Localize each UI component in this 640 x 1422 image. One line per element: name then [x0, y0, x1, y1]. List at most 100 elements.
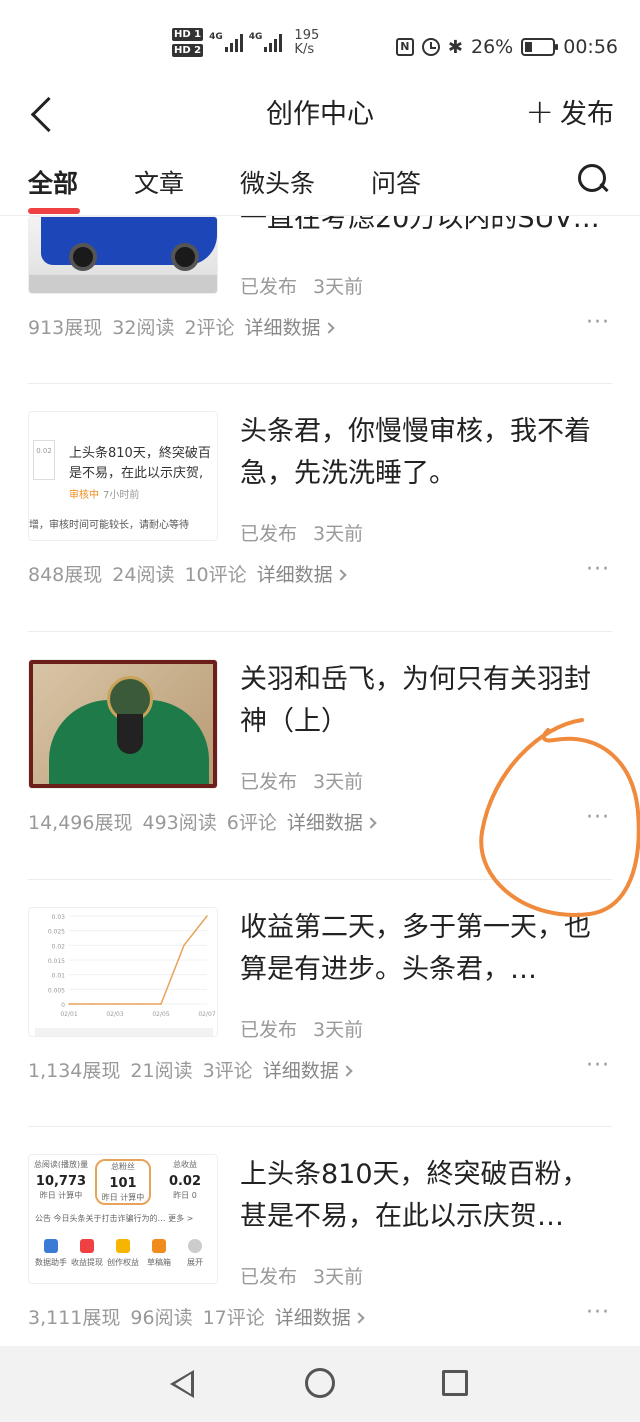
clock: 00:56	[563, 36, 618, 58]
stats-row: 3,111展现 96阅读 17评论 详细数据	[28, 1303, 365, 1330]
painting-image	[29, 660, 217, 788]
status-right: N ✱ 26% 00:56	[395, 36, 618, 58]
comments-count: 6评论	[226, 812, 277, 834]
nav-recents-icon[interactable]	[442, 1370, 468, 1396]
list-item[interactable]: 总阅读(播放)量 10,773 昨日 计算中 总粉丝 101 昨日 计算中 总收益 0.0…	[0, 1126, 640, 1374]
thumbnail-image: 0.02 上头条810天，終突破百 是不易，在此以示庆贺, 审核中 7小时前 增，…	[28, 411, 218, 541]
tab-all[interactable]: 全部	[28, 164, 78, 200]
annotation-circle	[479, 718, 640, 917]
thumbnail-image	[28, 659, 218, 789]
detail-data-link[interactable]: 详细数据	[263, 1056, 353, 1083]
more-icon[interactable]: ···	[586, 1053, 610, 1078]
mini-line-chart: 0.03 0.025 0.02 0.015 0.01 0.005 0 02/01 02/03 02…	[35, 914, 216, 1036]
status-text: 已发布	[240, 276, 298, 298]
chevron-right-icon	[365, 817, 377, 829]
title-bar: 创作中心 + 发布	[0, 80, 640, 144]
bluetooth-icon: ✱	[447, 36, 463, 58]
nav-back-icon[interactable]	[170, 1370, 194, 1398]
data-point	[183, 944, 185, 947]
network-speed: 195 K/s	[294, 27, 320, 57]
detail-data-link[interactable]: 详细数据	[256, 560, 347, 587]
thumb-line-1: 上头条810天，終突破百	[69, 446, 211, 461]
time-text: 3天前	[313, 1266, 364, 1288]
reads-count: 96阅读	[130, 1307, 193, 1329]
views-count: 3,111展现	[28, 1307, 121, 1329]
list-item[interactable]: 0.02 上头条810天，終突破百 是不易，在此以示庆贺, 审核中 7小时前 增，…	[0, 383, 640, 631]
more-icon[interactable]: ···	[586, 1300, 610, 1325]
detail-label: 详细数据	[256, 564, 333, 586]
data-point	[137, 1003, 139, 1005]
y-tick-label: 0.03	[52, 914, 66, 921]
x-tick-label: 02/05	[152, 1011, 169, 1018]
thumb-icons: 数据助手 收益提现 创作权益 草稿箱 展开	[33, 1239, 213, 1268]
thumbnail-image: 总阅读(播放)量 10,773 昨日 计算中 总粉丝 101 昨日 计算中 总收益 0.0…	[28, 1154, 218, 1284]
thumb-footer: 增，审核时间可能较长，请耐心等待	[29, 520, 189, 531]
search-icon[interactable]	[578, 164, 608, 194]
publish-meta: 已发布 3天前	[240, 767, 363, 794]
detail-label: 详细数据	[244, 317, 321, 339]
divider	[28, 631, 612, 632]
stats-row: 14,496展现 493阅读 6评论 详细数据	[28, 808, 377, 835]
article-title[interactable]: 头条君，你慢慢审核，我不着急，先洗洗睡了。	[240, 411, 612, 495]
active-tab-indicator	[28, 208, 80, 214]
y-tick-label: 0.025	[48, 929, 65, 936]
tab-qa[interactable]: 问答	[371, 164, 421, 200]
y-tick-label: 0.01	[52, 973, 66, 980]
tab-micro-posts[interactable]: 微头条	[240, 164, 315, 200]
data-point	[206, 915, 208, 917]
detail-label: 详细数据	[274, 1307, 351, 1329]
thumb-stats: 总阅读(播放)量 10,773 昨日 计算中 总粉丝 101 昨日 计算中 总收益 0.0…	[33, 1159, 213, 1205]
data-point	[91, 1003, 93, 1005]
views-count: 913展现	[28, 317, 103, 339]
sim2-badge: HD 2	[172, 44, 204, 57]
x-tick-label: 02/01	[60, 1011, 77, 1018]
status-text: 已发布	[240, 523, 298, 545]
y-tick-label: 0.02	[52, 943, 66, 950]
time-text: 3天前	[313, 523, 364, 545]
battery-icon	[521, 38, 559, 56]
publish-button[interactable]: + 发布	[526, 92, 615, 131]
comments-count: 2评论	[184, 317, 235, 339]
article-title[interactable]: 上头条810天，終突破百粉，甚是不易，在此以示庆贺…	[240, 1154, 612, 1238]
battery-percent: 26%	[471, 36, 514, 58]
signal-icon	[224, 33, 243, 52]
status-text: 已发布	[240, 1019, 298, 1041]
review-screenshot: 0.02 上头条810天，終突破百 是不易，在此以示庆贺, 审核中 7小时前 增，…	[29, 412, 217, 540]
nav-home-icon[interactable]	[305, 1368, 335, 1398]
detail-data-link[interactable]: 详细数据	[286, 808, 377, 835]
reads-count: 493阅读	[142, 812, 217, 834]
thumb-review-status: 审核中 7小时前	[69, 490, 140, 501]
tab-articles[interactable]: 文章	[134, 164, 184, 200]
comments-count: 10评论	[184, 564, 247, 586]
divider	[28, 383, 612, 384]
chevron-right-icon	[334, 569, 347, 581]
alarm-icon	[421, 38, 440, 56]
more-icon[interactable]: ···	[586, 557, 610, 582]
divider	[28, 1126, 612, 1127]
sim-indicators: HD 1 HD 2	[172, 28, 204, 57]
more-icon[interactable]: ···	[586, 310, 610, 335]
views-count: 1,134展现	[28, 1060, 121, 1082]
thumbnail-image: 0.03 0.025 0.02 0.015 0.01 0.005 0 02/01 02/03 02…	[28, 907, 218, 1037]
system-nav-bar	[0, 1346, 640, 1422]
sim1-badge: HD 1	[172, 28, 204, 41]
detail-data-link[interactable]: 详细数据	[274, 1303, 365, 1330]
speed-value: 195	[294, 27, 320, 43]
detail-data-link[interactable]: 详细数据	[244, 313, 335, 340]
y-tick-label: 0.005	[48, 987, 65, 994]
publish-meta: 已发布 3天前	[240, 1262, 363, 1289]
x-tick-label: 02/03	[106, 1011, 123, 1018]
views-count: 14,496展现	[28, 812, 133, 834]
thumbnail-image	[28, 216, 218, 294]
thumb-side-value: 0.02	[33, 440, 55, 480]
reads-count: 32阅读	[112, 317, 175, 339]
chevron-right-icon	[322, 322, 335, 334]
comments-count: 3评论	[202, 1060, 253, 1082]
network-type-2: 4G	[248, 31, 263, 42]
data-point	[68, 1003, 70, 1005]
status-text: 已发布	[240, 771, 298, 793]
detail-label: 详细数据	[286, 812, 363, 834]
publish-label: 发布	[560, 99, 614, 130]
y-tick-label: 0.015	[48, 958, 65, 965]
x-tick-label: 02/07	[198, 1011, 215, 1018]
